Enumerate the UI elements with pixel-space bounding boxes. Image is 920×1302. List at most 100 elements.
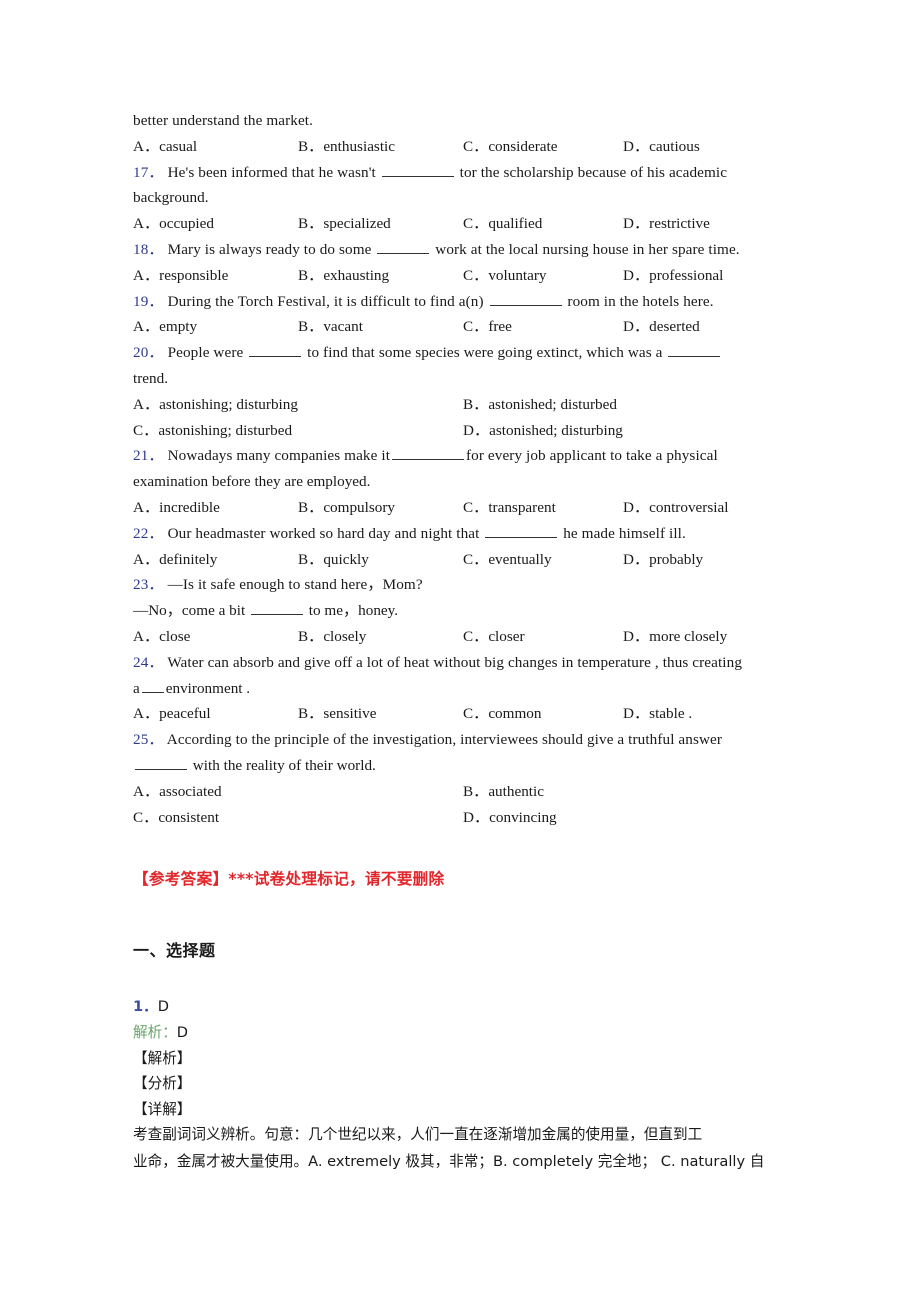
option-row-q20-ab: A．astonishing; disturbing B．astonished; … bbox=[133, 392, 785, 418]
option-b[interactable]: B．specialized bbox=[298, 211, 391, 237]
question-text-19b: room in the hotels here. bbox=[563, 292, 714, 310]
option-c[interactable]: C．consistent bbox=[133, 805, 219, 831]
option-a[interactable]: A．associated bbox=[133, 779, 222, 805]
question-text-22a: Our headmaster worked so hard day and ni… bbox=[167, 524, 484, 542]
stem-continuation-line: better understand the market. bbox=[133, 108, 785, 134]
option-a[interactable]: A．responsible bbox=[133, 263, 228, 289]
question-text-21b: for every job applicant to take a physic… bbox=[466, 447, 718, 465]
analysis-line: 解析：D bbox=[133, 1020, 785, 1046]
question-text-24b: a bbox=[133, 679, 140, 697]
option-b[interactable]: B．compulsory bbox=[298, 495, 395, 521]
option-c[interactable]: C．qualified bbox=[463, 211, 542, 237]
option-row-q25-cd: C．consistent D．convincing bbox=[133, 805, 785, 831]
option-a[interactable]: A．peaceful bbox=[133, 701, 211, 727]
page-content: better understand the market. A．casual B… bbox=[133, 108, 785, 1175]
option-b[interactable]: B．quickly bbox=[298, 547, 369, 573]
answer-number: 1． bbox=[133, 998, 158, 1016]
blank-field bbox=[381, 161, 454, 177]
question-stem-17: 17． He's been informed that he wasn't to… bbox=[133, 160, 785, 186]
option-a[interactable]: A．definitely bbox=[133, 547, 217, 573]
question-stem-17-cont: background. bbox=[133, 189, 209, 207]
question-stem-19: 19． During the Torch Festival, it is dif… bbox=[133, 289, 785, 315]
blank-field bbox=[392, 445, 465, 461]
option-d[interactable]: D．cautious bbox=[623, 134, 700, 160]
question-text-24c: environment . bbox=[165, 679, 251, 697]
option-c[interactable]: C．astonishing; disturbed bbox=[133, 418, 292, 444]
option-d[interactable]: D．probably bbox=[623, 547, 703, 573]
analysis-label: 解析： bbox=[133, 1023, 177, 1041]
question-text-25a: According to the principle of the invest… bbox=[166, 731, 723, 749]
blank-field bbox=[668, 342, 721, 358]
option-d[interactable]: D．convincing bbox=[463, 805, 557, 831]
question-number-19: 19． bbox=[133, 292, 164, 310]
blank-field bbox=[251, 600, 303, 616]
option-a[interactable]: A．occupied bbox=[133, 211, 214, 237]
question-number-23: 23． bbox=[133, 576, 164, 594]
bracket-label-jiexi: 【解析】 bbox=[133, 1049, 192, 1067]
question-stem-22: 22． Our headmaster worked so hard day an… bbox=[133, 521, 785, 547]
option-d[interactable]: D．restrictive bbox=[623, 211, 710, 237]
option-b[interactable]: B．exhausting bbox=[298, 263, 389, 289]
option-d[interactable]: D．stable . bbox=[623, 701, 692, 727]
blank-field bbox=[135, 754, 187, 770]
question-number-17: 17． bbox=[133, 163, 164, 181]
option-a[interactable]: A．close bbox=[133, 624, 190, 650]
option-b[interactable]: B．sensitive bbox=[298, 701, 376, 727]
option-a[interactable]: A．incredible bbox=[133, 495, 220, 521]
option-row-q22: A．definitely B．quickly C．eventually D．pr… bbox=[133, 547, 785, 573]
option-d[interactable]: D．controversial bbox=[623, 495, 728, 521]
option-d[interactable]: D．professional bbox=[623, 263, 723, 289]
stem-continuation-text: better understand the market. bbox=[133, 112, 314, 129]
option-c[interactable]: C．common bbox=[463, 701, 541, 727]
option-b[interactable]: B．closely bbox=[298, 624, 366, 650]
blank-field bbox=[485, 522, 558, 538]
option-row-q25-ab: A．associated B．authentic bbox=[133, 779, 785, 805]
question-text-20b: to find that some species were going ext… bbox=[303, 344, 667, 362]
question-number-20: 20． bbox=[133, 344, 164, 362]
option-b[interactable]: B．authentic bbox=[463, 779, 544, 805]
question-stem-21: 21． Nowadays many companies make it for e… bbox=[133, 443, 785, 469]
option-b[interactable]: B．astonished; disturbed bbox=[463, 392, 617, 418]
option-c[interactable]: C．voluntary bbox=[463, 263, 547, 289]
option-row-q16: A．casual B．enthusiastic C．considerate D．… bbox=[133, 134, 785, 160]
question-text-21a: Nowadays many companies make it bbox=[167, 447, 391, 465]
question-text-17b: tor the scholarship because of his acade… bbox=[455, 163, 728, 181]
option-c[interactable]: C．transparent bbox=[463, 495, 556, 521]
option-c[interactable]: C．considerate bbox=[463, 134, 557, 160]
option-c[interactable]: C．closer bbox=[463, 624, 525, 650]
blank-field bbox=[489, 290, 562, 306]
bracket-label-xiangjie: 【详解】 bbox=[133, 1100, 192, 1118]
question-text-22b: he made himself ill. bbox=[559, 524, 686, 542]
question-stem-23: 23． —Is it safe enough to stand here，Mom… bbox=[133, 572, 785, 598]
answer-key-marker: 【参考答案】***试卷处理标记，请不要删除 bbox=[133, 870, 445, 889]
option-d[interactable]: D．deserted bbox=[623, 314, 700, 340]
option-row-q24: A．peaceful B．sensitive C．common D．stable… bbox=[133, 701, 785, 727]
question-text-20a: People were bbox=[167, 344, 248, 362]
option-d[interactable]: D．astonished; disturbing bbox=[463, 418, 623, 444]
question-text-23b: —No，come a bit bbox=[133, 602, 249, 620]
option-a[interactable]: A．astonishing; disturbing bbox=[133, 392, 298, 418]
explanation-line-2: 业命，金属才被大量使用。A. extremely 极其，非常；B. comple… bbox=[133, 1152, 765, 1170]
option-c[interactable]: C．free bbox=[463, 314, 512, 340]
question-text-17a: He's been informed that he wasn't bbox=[167, 163, 380, 181]
question-text-18b: work at the local nursing house in her s… bbox=[431, 240, 740, 258]
option-row-q17: A．occupied B．specialized C．qualified D．r… bbox=[133, 211, 785, 237]
option-d[interactable]: D．more closely bbox=[623, 624, 727, 650]
question-number-22: 22． bbox=[133, 524, 164, 542]
question-stem-20-cont: trend. bbox=[133, 369, 169, 387]
option-b[interactable]: B．vacant bbox=[298, 314, 363, 340]
analysis-value: D bbox=[176, 1023, 189, 1041]
option-row-q18: A．responsible B．exhausting C．voluntary D… bbox=[133, 263, 785, 289]
answer-item-1: 1．D bbox=[133, 994, 785, 1020]
blank-field bbox=[141, 677, 164, 693]
option-b[interactable]: B．enthusiastic bbox=[298, 134, 395, 160]
question-stem-18: 18． Mary is always ready to do some work… bbox=[133, 237, 785, 263]
option-c[interactable]: C．eventually bbox=[463, 547, 552, 573]
option-row-q21: A．incredible B．compulsory C．transparent … bbox=[133, 495, 785, 521]
option-a[interactable]: A．empty bbox=[133, 314, 197, 340]
option-a[interactable]: A．casual bbox=[133, 134, 197, 160]
question-text-24a: Water can absorb and give off a lot of h… bbox=[167, 653, 743, 671]
question-text-25b: with the reality of their world. bbox=[189, 756, 376, 774]
question-number-24: 24． bbox=[133, 653, 164, 671]
question-text-18a: Mary is always ready to do some bbox=[167, 240, 376, 258]
